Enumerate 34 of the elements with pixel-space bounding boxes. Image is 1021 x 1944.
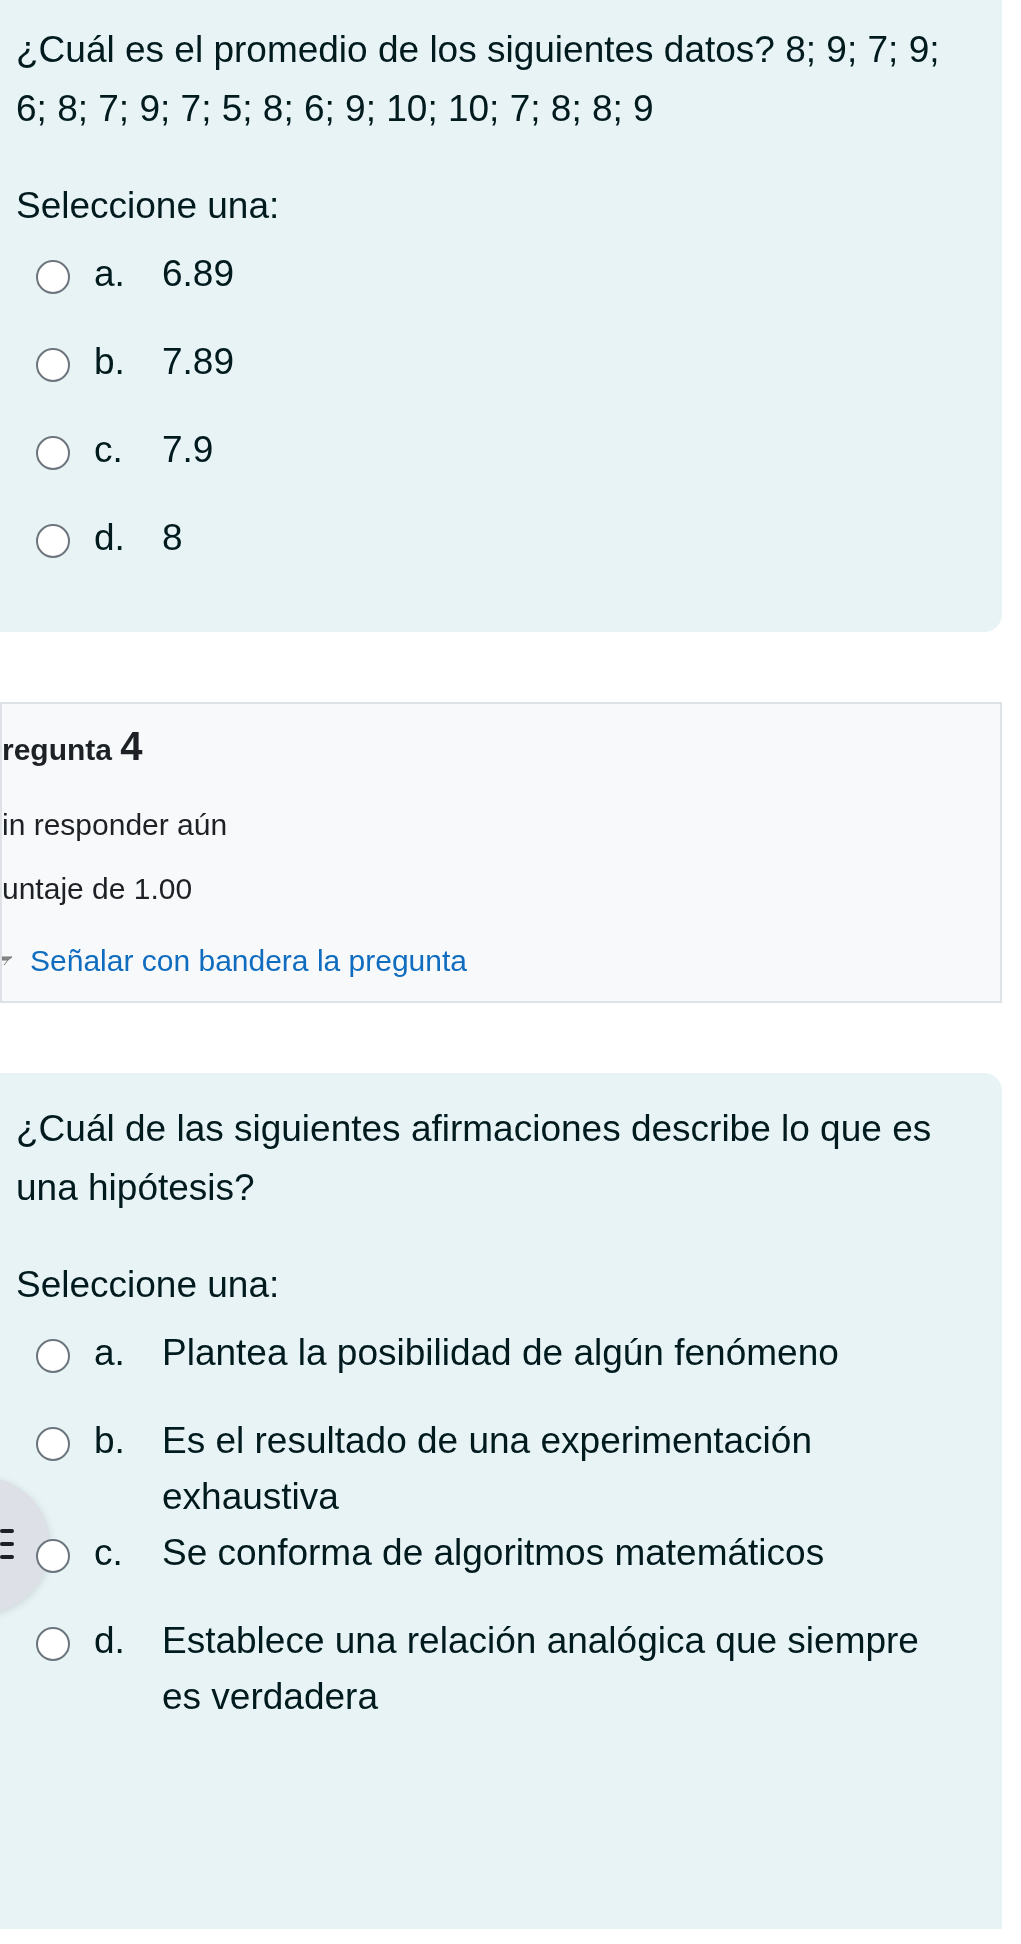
option-letter: c.: [94, 1531, 124, 1575]
flag-icon: [2, 955, 12, 966]
option-text: 7.89: [162, 340, 234, 384]
question-title: regunta 4: [2, 723, 144, 770]
select-prompt: Seleccione una:: [16, 1265, 281, 1305]
flag-question-link[interactable]: Señalar con bandera la pregunta: [30, 938, 467, 983]
option-text: Se conforma de algoritmos matemáticos: [162, 1531, 825, 1575]
radio-button[interactable]: [36, 348, 70, 382]
option-letter: a.: [94, 1331, 126, 1375]
radio-button[interactable]: [36, 1539, 70, 1573]
question-text: ¿Cuál de las siguientes afirmaciones describe lo que es una hipótesis?: [16, 1107, 933, 1210]
radio-button[interactable]: [36, 524, 70, 558]
menu-icon: [0, 1527, 14, 1561]
question-text: ¿Cuál es el promedio de los siguientes datos? 8; 9; 7; 9; 6; 8; 7; 9; 7; 5; 8; 6; 9; 10; 10; 7; 8; 8; 9: [16, 28, 941, 131]
option-letter: a.: [94, 252, 126, 296]
option-text: Establece una relación analógica que siempre es verdadera: [162, 1619, 920, 1719]
option-text: Plantea la posibilidad de algún fenómeno: [162, 1331, 839, 1375]
radio-button[interactable]: [36, 260, 70, 294]
option-letter: c.: [94, 428, 124, 472]
option-text: 7.9: [162, 428, 214, 472]
option-letter: b.: [94, 340, 126, 384]
radio-button[interactable]: [36, 1339, 70, 1373]
select-prompt: Seleccione una:: [16, 186, 281, 226]
option-text: 6.89: [162, 252, 234, 296]
option-text: Es el resultado de una experimentación exhaustiva: [162, 1419, 813, 1519]
option-text: 8: [162, 516, 183, 560]
radio-button[interactable]: [36, 1627, 70, 1661]
option-letter: b.: [94, 1419, 126, 1463]
option-letter: d.: [94, 516, 126, 560]
radio-button[interactable]: [36, 436, 70, 470]
question-grade: untaje de 1.00: [2, 872, 194, 906]
question-status: in responder aún: [2, 808, 229, 842]
option-letter: d.: [94, 1619, 126, 1663]
radio-button[interactable]: [36, 1427, 70, 1461]
